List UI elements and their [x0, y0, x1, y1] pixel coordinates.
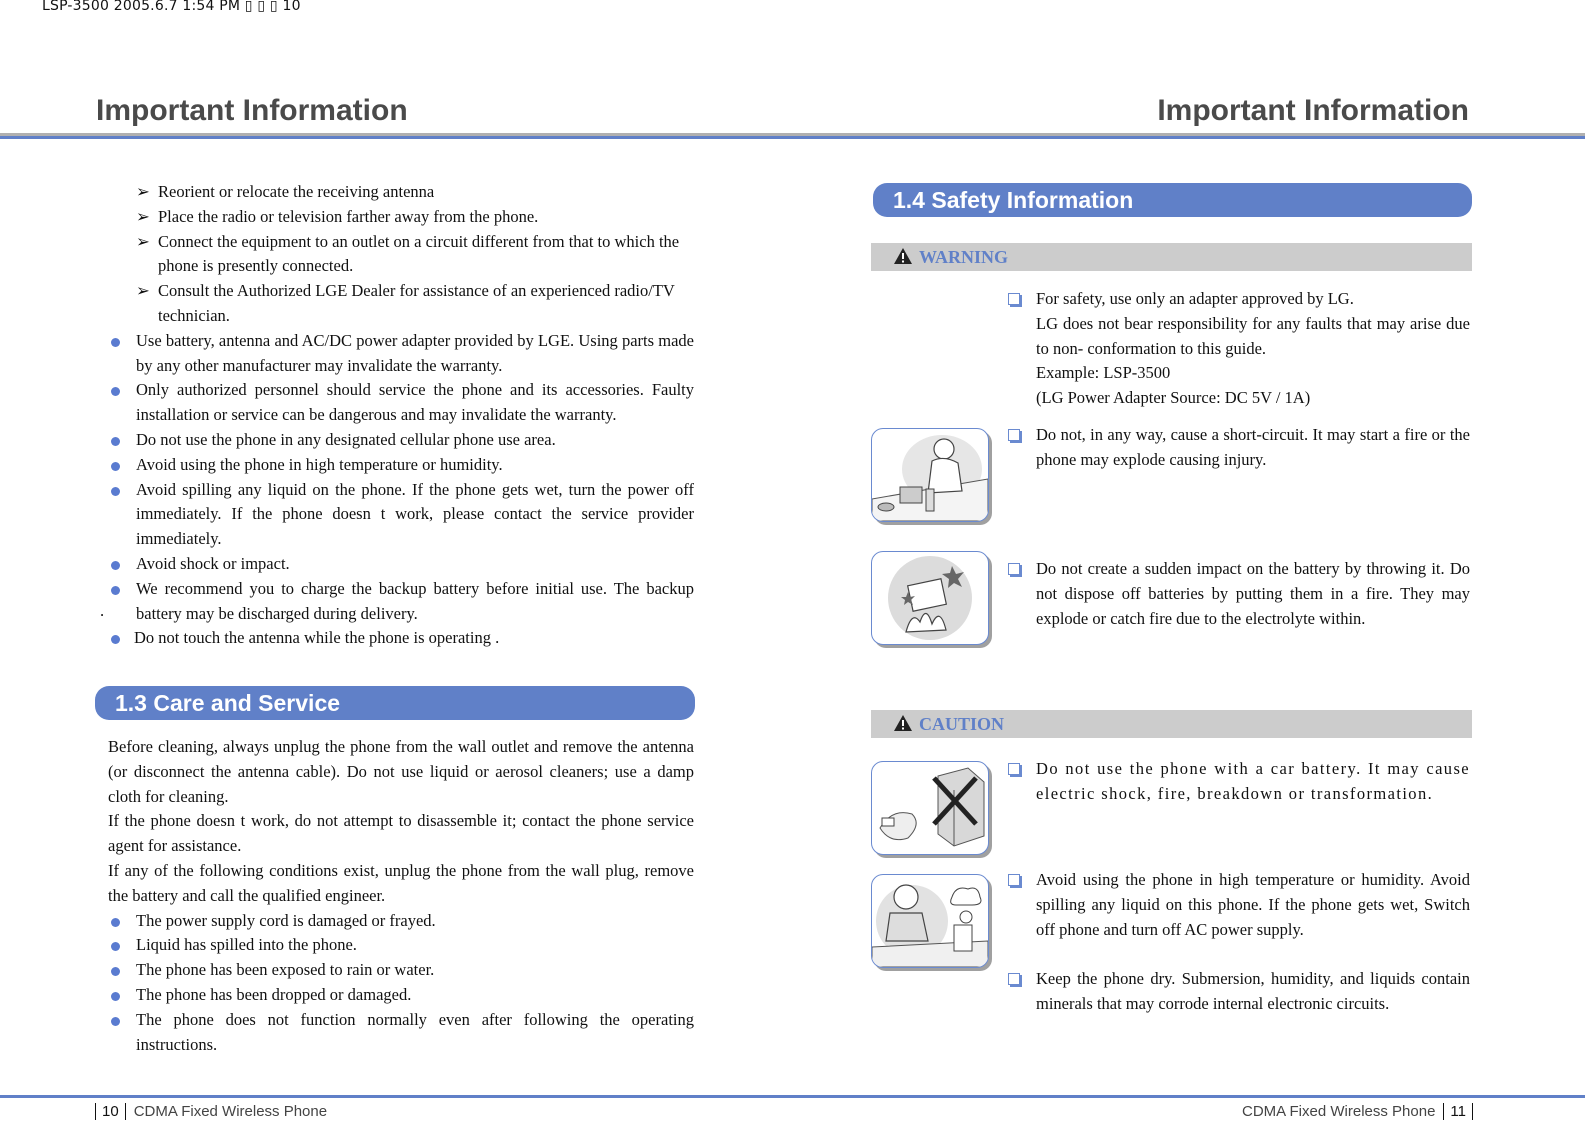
arrow-bullet-icon: ➢: [136, 182, 150, 201]
right-footer-text: CDMA Fixed Wireless Phone: [1242, 1103, 1436, 1120]
bullet-dot-icon: [111, 461, 120, 471]
checkbox-bullet-icon: [1008, 763, 1020, 775]
right-page-header-title: Important Information: [1157, 94, 1469, 127]
condition-item: The phone does not function normally eve…: [108, 1008, 694, 1058]
sub-item: ➢ Consult the Authorized LGE Dealer for a…: [136, 281, 675, 325]
bullet-dot-icon: [111, 967, 120, 977]
care-and-service-content: Before cleaning, always unplug the phone…: [108, 735, 694, 1057]
bullet-dot-icon: [111, 991, 120, 1001]
battery-fire-icon: [888, 556, 972, 640]
bullet-dot-icon: [111, 635, 120, 645]
checkbox-bullet-icon: [1008, 563, 1020, 575]
footer-rule: [0, 1095, 1585, 1098]
car-battery-illustration: [871, 761, 989, 855]
battery-fire-illustration: [871, 551, 989, 645]
arrow-bullet-icon: ➢: [136, 206, 150, 226]
bullet-dot-icon: [111, 337, 120, 347]
warning-item: Do not create a sudden impact on the bat…: [1008, 557, 1470, 631]
condition-item: The phone has been dropped or damaged.: [108, 983, 694, 1008]
right-footer: CDMA Fixed Wireless Phone 11: [1242, 1103, 1473, 1120]
bullet-dot-icon: [111, 486, 120, 496]
arrow-bullet-icon: ➢: [136, 231, 150, 251]
sub-item: ➢ Connect the equipment to an outlet on a…: [136, 231, 680, 276]
bullet-dot-icon: [111, 942, 120, 952]
bullet-item: Avoid using the phone in high temperatur…: [108, 453, 694, 478]
warning-bar: WARNING: [871, 243, 1472, 271]
bullet-dot-icon: [111, 585, 120, 595]
paragraph: Before cleaning, always unplug the phone…: [108, 737, 694, 806]
checkbox-bullet-icon: [1008, 874, 1020, 886]
condition-item: Liquid has spilled into the phone.: [108, 933, 694, 958]
warning-triangle-icon: [894, 248, 912, 264]
bullet-item: Use battery, antenna and AC/DC power ada…: [108, 329, 694, 379]
stray-mark: .: [100, 600, 105, 620]
bullet-item: We recommend you to charge the backup ba…: [100, 578, 694, 623]
humidity-icon: [872, 884, 988, 967]
arrow-bullet-icon: ➢: [136, 281, 150, 301]
short-circuit-icon: [872, 435, 988, 521]
bullet-dot-icon: [111, 560, 120, 570]
section-heading-care-and-service: 1.3 Care and Service: [95, 686, 695, 720]
caution-item: Do not use the phone with a car battery.…: [1008, 757, 1470, 807]
bullet-dot-icon: [111, 917, 120, 927]
checkbox-bullet-icon: [1008, 973, 1020, 985]
bullet-item: Only authorized personnel should service…: [108, 378, 694, 428]
checkbox-bullet-icon: [1008, 429, 1020, 441]
print-meta-line: LSP-3500 2005.6.7 1:54 PM ▯ ▯ ▯ 10: [42, 0, 301, 14]
warning-item: Do not, in any way, cause a short-circui…: [1008, 423, 1470, 473]
left-page-content: ➢ Reorient or relocate the receiving ante…: [100, 180, 694, 651]
left-page-header-title: Important Information: [96, 94, 408, 127]
condition-item: The power supply cord is damaged or fray…: [108, 909, 694, 934]
bullet-item: Avoid spilling any liquid on the phone. …: [108, 478, 694, 552]
bullet-item: Do not use the phone in any designated c…: [108, 428, 694, 453]
sub-item: ➢ Place the radio or television farther a…: [108, 205, 694, 230]
caution-item: Keep the phone dry. Submersion, humidity…: [1008, 967, 1470, 1017]
caution-label: CAUTION: [919, 714, 1005, 734]
section-heading-safety-information: 1.4 Safety Information: [873, 183, 1472, 217]
right-page-number: 11: [1443, 1103, 1473, 1120]
condition-item: The phone has been exposed to rain or wa…: [108, 958, 694, 983]
left-footer: 10 CDMA Fixed Wireless Phone: [95, 1103, 327, 1120]
bullet-item: Avoid shock or impact.: [108, 552, 694, 577]
short-circuit-illustration: [871, 428, 989, 522]
header-rule-blue: [0, 136, 1585, 139]
paragraph: If any of the following conditions exist…: [108, 860, 694, 905]
caution-triangle-icon: [894, 715, 912, 731]
sub-item: ➢ Reorient or relocate the receiving ante…: [108, 180, 694, 205]
warning-label: WARNING: [919, 247, 1009, 267]
warning-item: For safety, use only an adapter approved…: [1008, 287, 1470, 411]
paragraph: If the phone doesn t work, do not attemp…: [108, 811, 694, 856]
caution-item: Avoid using the phone in high temperatur…: [1008, 868, 1470, 942]
bullet-dot-icon: [111, 1016, 120, 1026]
humidity-illustration: [871, 874, 989, 968]
car-battery-icon: [879, 767, 985, 847]
bullet-item: Do not touch the antenna while the phone…: [108, 626, 694, 651]
caution-bar: CAUTION: [871, 710, 1472, 738]
checkbox-bullet-icon: [1008, 293, 1020, 305]
left-footer-text: CDMA Fixed Wireless Phone: [133, 1103, 328, 1120]
left-page-number: 10: [95, 1103, 126, 1120]
bullet-dot-icon: [111, 436, 120, 446]
bullet-dot-icon: [111, 387, 120, 397]
